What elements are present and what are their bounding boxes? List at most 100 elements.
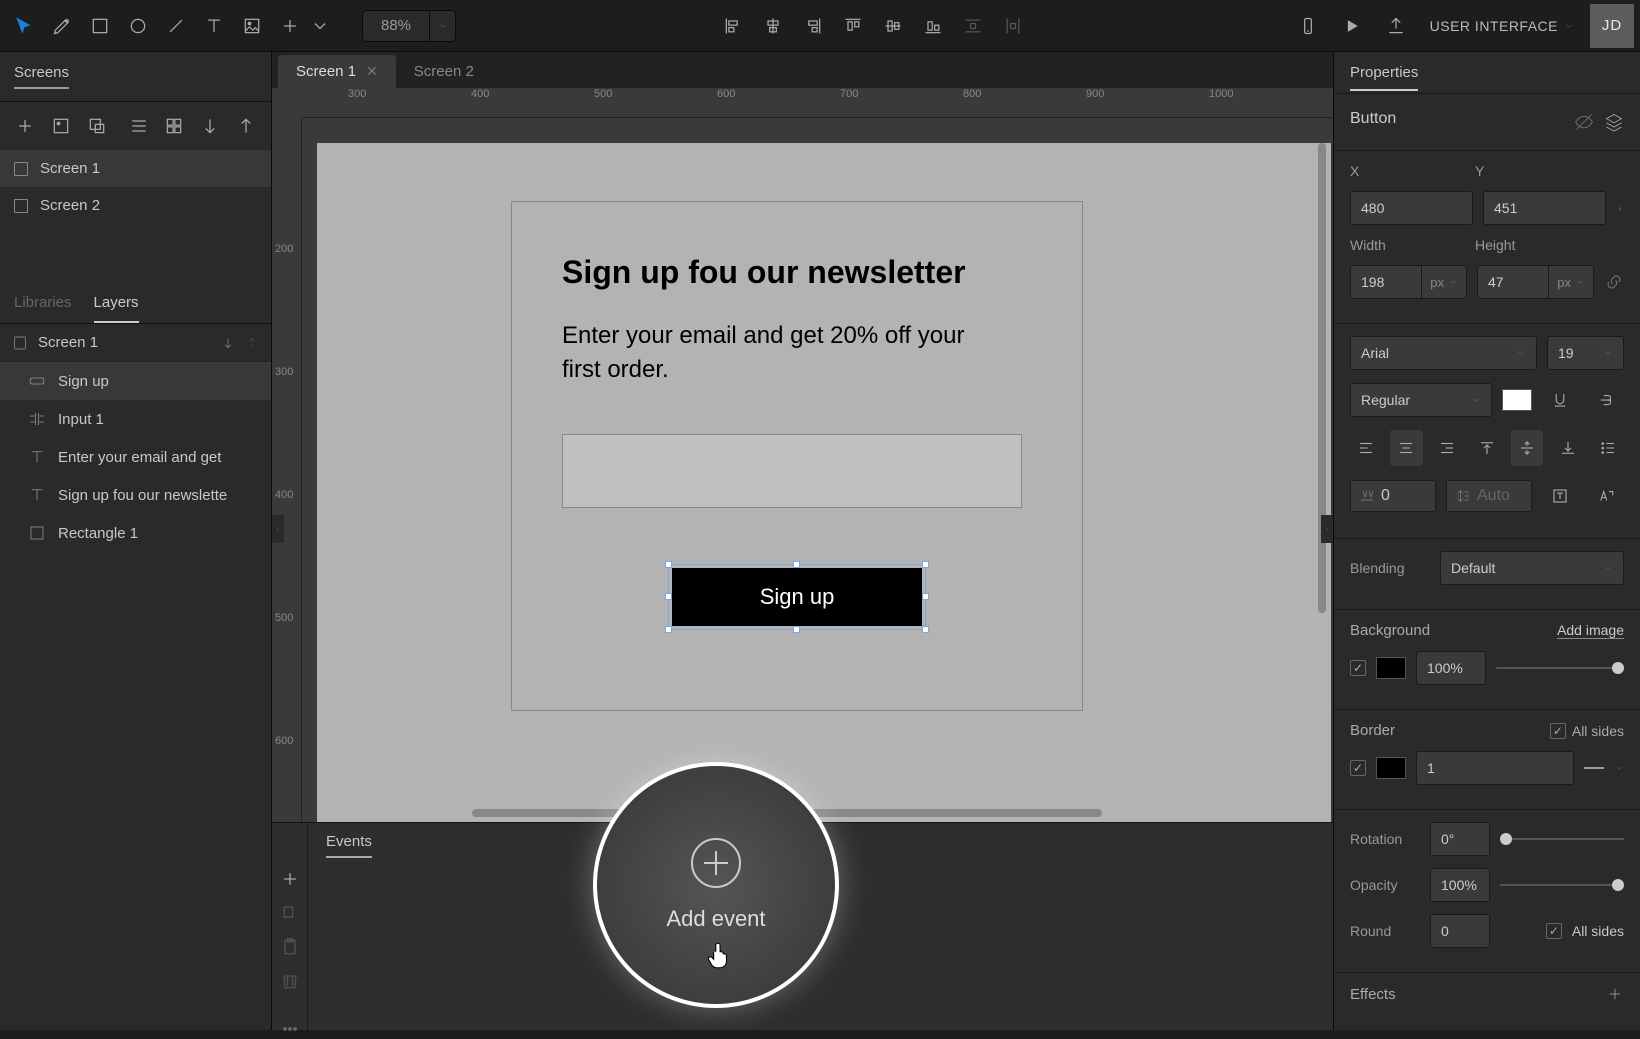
border-width-input[interactable] [1416,751,1574,785]
round-allsides-checkbox[interactable] [1546,923,1562,939]
round-input[interactable] [1430,914,1490,948]
add-tool-dropdown-icon[interactable] [310,8,330,44]
border-color-swatch[interactable] [1376,757,1406,779]
sort-down-icon[interactable] [195,108,225,144]
border-style-icon[interactable] [1584,767,1604,769]
sort-up-icon[interactable] [231,108,261,144]
list-icon[interactable] [1592,430,1624,466]
border-allsides-checkbox[interactable] [1550,723,1566,739]
add-screen-icon[interactable] [10,108,40,144]
image-tool[interactable] [234,8,270,44]
artboard-rectangle[interactable]: Sign up fou our newsletter Enter your em… [511,201,1083,711]
plus-circle-icon[interactable] [691,838,741,888]
valign-middle-icon[interactable] [1511,430,1543,466]
layer-item-text1[interactable]: Enter your email and get [0,438,271,476]
text-align-left-icon[interactable] [1350,430,1382,466]
collapse-left-icon[interactable] [272,515,284,543]
screen-item-2[interactable]: Screen 2 [0,187,271,224]
canvas-area[interactable]: 300 400 500 600 700 800 900 1000 200 300… [272,88,1333,822]
bg-color-swatch[interactable] [1376,657,1406,679]
add-effect-icon[interactable] [1606,985,1624,1003]
visibility-icon[interactable] [1574,112,1594,132]
layer-item-text2[interactable]: Sign up fou our newslette [0,476,271,514]
more-events-icon[interactable] [272,1019,308,1039]
screen-item-1[interactable]: Screen 1 [0,150,271,187]
zoom-dropdown-icon[interactable] [429,11,455,41]
align-left-icon[interactable] [715,8,751,44]
align-center-v-icon[interactable] [875,8,911,44]
pin-icon[interactable] [1616,198,1624,218]
layer-item-rect[interactable]: Rectangle 1 [0,514,271,552]
grid-view-icon[interactable] [159,108,189,144]
text-overflow-icon[interactable] [1588,478,1624,514]
text-tool[interactable] [196,8,232,44]
add-tool[interactable] [272,8,308,44]
strikethrough-icon[interactable] [1588,382,1624,418]
pen-tool[interactable] [44,8,80,44]
text-align-center-icon[interactable] [1390,430,1422,466]
artboard-viewport[interactable]: Sign up fou our newsletter Enter your em… [317,143,1331,822]
y-input[interactable] [1483,191,1606,225]
import-image-icon[interactable] [46,108,76,144]
align-top-icon[interactable] [835,8,871,44]
collapse-right-icon[interactable] [1321,515,1333,543]
add-event-highlight[interactable]: Add event [593,762,839,1008]
device-preview-icon[interactable] [1290,8,1326,44]
link-dimensions-icon[interactable] [1604,272,1624,292]
rotation-slider[interactable] [1500,838,1624,840]
bg-enabled-checkbox[interactable] [1350,660,1366,676]
text-box-icon[interactable] [1542,478,1578,514]
text-color-swatch[interactable] [1502,389,1532,411]
layer-item-input[interactable]: Input 1 [0,400,271,438]
close-tab-icon[interactable]: ✕ [366,63,378,80]
align-bottom-icon[interactable] [915,8,951,44]
zoom-value[interactable]: 88% [363,17,429,34]
rotation-input[interactable] [1430,822,1490,856]
width-input[interactable] [1350,265,1422,299]
email-input[interactable] [562,434,1022,508]
heading-text[interactable]: Sign up fou our newsletter [562,254,1032,291]
signup-button[interactable]: Sign up [672,568,922,626]
layer-item-signup[interactable]: Sign up [0,362,271,400]
font-weight-select[interactable]: Regular [1350,383,1492,417]
rect-tool[interactable] [82,8,118,44]
blending-select[interactable]: Default [1440,551,1624,585]
play-icon[interactable] [1334,8,1370,44]
list-view-icon[interactable] [124,108,154,144]
x-input[interactable] [1350,191,1473,225]
valign-bottom-icon[interactable] [1551,430,1583,466]
border-enabled-checkbox[interactable] [1350,760,1366,776]
align-right-icon[interactable] [795,8,831,44]
add-event-icon[interactable] [272,869,308,889]
opacity-slider[interactable] [1500,884,1624,886]
add-image-link[interactable]: Add image [1557,622,1624,639]
ellipse-tool[interactable] [120,8,156,44]
line-height-input[interactable]: Auto [1477,487,1510,505]
line-tool[interactable] [158,8,194,44]
export-icon[interactable] [1378,8,1414,44]
text-align-right-icon[interactable] [1431,430,1463,466]
align-center-h-icon[interactable] [755,8,791,44]
arrow-down-icon[interactable] [221,336,235,350]
pointer-tool[interactable] [6,8,42,44]
libraries-tab[interactable]: Libraries [14,294,72,323]
letter-spacing-input[interactable]: 0 [1381,487,1390,505]
user-avatar[interactable]: JD [1590,4,1634,48]
bg-opacity-input[interactable] [1416,651,1486,685]
font-size-select[interactable]: 19 [1547,336,1624,370]
opacity-input[interactable] [1430,868,1490,902]
border-style-dropdown-icon[interactable] [1614,763,1624,773]
properties-tab[interactable]: Properties [1350,64,1418,91]
layer-order-icon[interactable] [1604,112,1624,132]
duplicate-screen-icon[interactable] [82,108,112,144]
events-tab[interactable]: Events [326,833,372,858]
zoom-control[interactable]: 88% [362,10,456,42]
mode-dropdown[interactable]: USER INTERFACE [1422,18,1582,34]
screens-tab[interactable]: Screens [14,64,69,89]
bg-opacity-slider[interactable] [1496,667,1624,669]
layers-tab[interactable]: Layers [94,294,139,323]
height-input[interactable] [1477,265,1549,299]
body-text[interactable]: Enter your email and get 20% off your fi… [562,319,992,386]
tab-screen-1[interactable]: Screen 1✕ [278,55,396,88]
underline-icon[interactable] [1542,382,1578,418]
